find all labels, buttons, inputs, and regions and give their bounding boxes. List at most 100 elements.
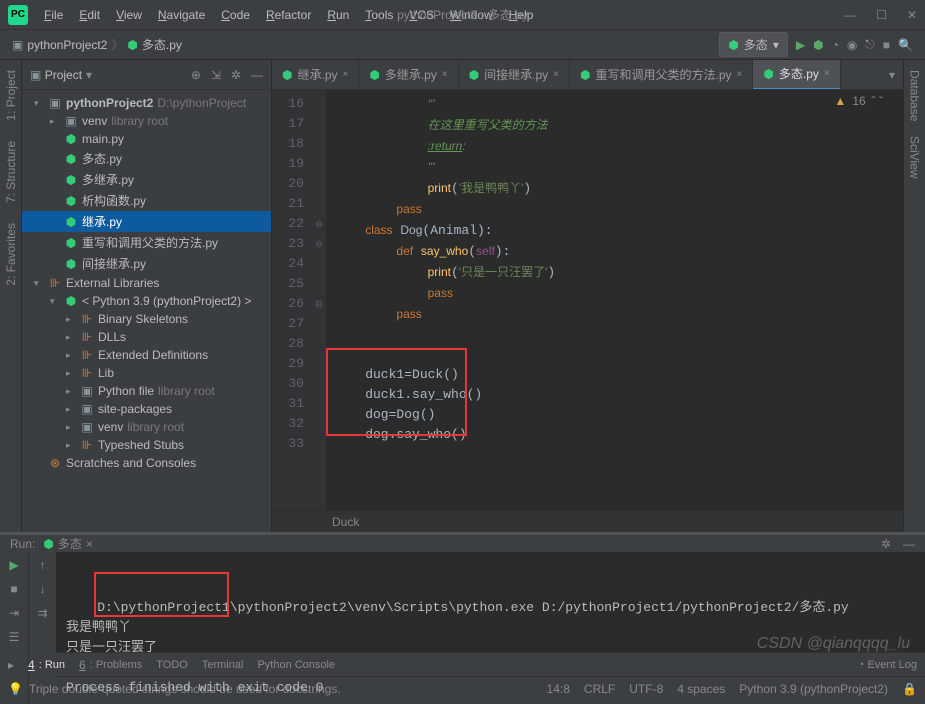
- down-icon[interactable]: ↓: [40, 582, 46, 596]
- tab-重写和调用父类的方法.py[interactable]: ⬢重写和调用父类的方法.py×: [570, 60, 753, 89]
- menu-view[interactable]: View: [110, 5, 148, 25]
- tree-site-packages[interactable]: ▸▣site-packages: [22, 400, 271, 418]
- watermark: CSDN @qianqqqq_lu: [757, 635, 910, 653]
- editor-body: 161718192021222324252627282930313233 ⊖⊖⊟…: [272, 90, 903, 510]
- console-output[interactable]: D:\pythonProject1\pythonProject2\venv\Sc…: [56, 552, 925, 704]
- locate-icon[interactable]: ⊕: [191, 68, 201, 82]
- inspection-widget[interactable]: ▲ 16 ˆ ˇ: [834, 94, 883, 108]
- coverage-button[interactable]: ◔: [832, 38, 839, 52]
- tree-file-main.py[interactable]: ⬢main.py: [22, 130, 271, 148]
- folder-icon: ▣: [12, 38, 23, 52]
- stop-button[interactable]: ■: [10, 582, 17, 596]
- debug-button[interactable]: ⬢: [813, 38, 823, 52]
- window-controls: — ☐ ✕: [844, 8, 917, 22]
- tree-external-libraries[interactable]: ▾⊪External Libraries: [22, 274, 271, 292]
- close-icon[interactable]: ×: [343, 69, 349, 80]
- fold-gutter[interactable]: ⊖⊖⊟: [312, 90, 326, 510]
- gear-icon[interactable]: ✲: [231, 68, 241, 82]
- maximize-button[interactable]: ☐: [876, 8, 887, 22]
- tab-间接继承.py[interactable]: ⬢间接继承.py×: [459, 60, 570, 89]
- context-class[interactable]: Duck: [332, 515, 359, 529]
- menu-refactor[interactable]: Refactor: [260, 5, 317, 25]
- navigation-bar: ▣ pythonProject2 〉 ⬢ 多态.py ⬢ 多态 ▾ ▶ ⬢ ◔ …: [0, 30, 925, 60]
- run-button[interactable]: ▶: [796, 38, 805, 52]
- expand-icon[interactable]: ▸: [8, 658, 14, 672]
- profile-button[interactable]: ◉: [847, 38, 857, 52]
- rerun-button[interactable]: ▶: [9, 558, 18, 572]
- wrap-icon[interactable]: ⇉: [37, 606, 47, 620]
- close-icon[interactable]: ×: [553, 69, 559, 80]
- run-config-name: 多态: [744, 36, 768, 53]
- breadcrumb-separator: 〉: [111, 36, 123, 53]
- tree-file-析构函数.py[interactable]: ⬢析构函数.py: [22, 190, 271, 211]
- hide-icon[interactable]: —: [251, 68, 263, 82]
- menu-file[interactable]: File: [38, 5, 69, 25]
- search-everywhere-button[interactable]: 🔍: [898, 38, 913, 52]
- python-icon: ⬢: [43, 537, 53, 551]
- tree-file-间接继承.py[interactable]: ⬢间接继承.py: [22, 253, 271, 274]
- chevron-down-icon[interactable]: ▾: [86, 68, 92, 82]
- close-icon[interactable]: ×: [86, 537, 93, 551]
- close-icon[interactable]: ×: [824, 68, 830, 79]
- menu-tools[interactable]: Tools: [359, 5, 399, 25]
- nav-toolbar: ⬢ 多态 ▾ ▶ ⬢ ◔ ◉ ⎋ ■ 🔍: [719, 32, 913, 57]
- tree-scratches[interactable]: ⊛Scratches and Consoles: [22, 454, 271, 472]
- chevron-down-icon: ▾: [773, 38, 779, 52]
- expand-icon[interactable]: ⇲: [211, 68, 221, 82]
- tabs-overflow[interactable]: ▾: [881, 68, 903, 82]
- project-sidebar: ▣ Project ▾ ⊕ ⇲ ✲ — ▾▣pythonProject2 D:\…: [22, 60, 272, 532]
- up-icon[interactable]: ↑: [40, 558, 46, 572]
- tab-多态.py[interactable]: ⬢多态.py×: [753, 60, 840, 90]
- tool-2-favorites[interactable]: 2: Favorites: [4, 223, 18, 286]
- tool-sciview[interactable]: SciView: [908, 136, 922, 178]
- menu-edit[interactable]: Edit: [73, 5, 106, 25]
- tree-typeshed-stubs[interactable]: ▸⊪Typeshed Stubs: [22, 436, 271, 454]
- run-header: Run: ⬢ 多态 × ✲ —: [0, 535, 925, 552]
- tree-venv2[interactable]: ▸▣venv library root: [22, 418, 271, 436]
- breadcrumb-project[interactable]: pythonProject2: [27, 38, 107, 52]
- layout-icon[interactable]: ☰: [9, 630, 20, 644]
- tree-file-多态.py[interactable]: ⬢多态.py: [22, 148, 271, 169]
- tab-继承.py[interactable]: ⬢继承.py×: [272, 60, 359, 89]
- gear-icon[interactable]: ✲: [881, 537, 891, 551]
- run-body: ▶ ■ ⇥ ☰ ↑ ↓ ⇉ D:\pythonProject1\pythonPr…: [0, 552, 925, 704]
- bulb-icon[interactable]: 💡: [8, 682, 23, 696]
- tree-file-重写和调用父类的方法.py[interactable]: ⬢重写和调用父类的方法.py: [22, 232, 271, 253]
- tree-venv[interactable]: ▸▣venv library root: [22, 112, 271, 130]
- tool-1-project[interactable]: 1: Project: [4, 70, 18, 121]
- menu-run[interactable]: Run: [321, 5, 355, 25]
- right-tool-gutter: Database SciView: [903, 60, 925, 532]
- tree-root[interactable]: ▾▣pythonProject2 D:\pythonProject: [22, 94, 271, 112]
- tool-7-structure[interactable]: 7: Structure: [4, 141, 18, 203]
- tree-python-file[interactable]: ▸▣Python file library root: [22, 382, 271, 400]
- menu-code[interactable]: Code: [215, 5, 256, 25]
- close-button[interactable]: ✕: [907, 8, 917, 22]
- code-editor[interactable]: ''' 在这里重写父类的方法 :return: ''' print('我是鸭鸭丫…: [326, 90, 903, 510]
- attach-button[interactable]: ⎋: [865, 37, 875, 52]
- stop-button[interactable]: ■: [883, 38, 890, 52]
- exit-icon[interactable]: ⇥: [9, 606, 19, 620]
- menu-navigate[interactable]: Navigate: [152, 5, 211, 25]
- minimize-button[interactable]: —: [844, 8, 856, 22]
- close-icon[interactable]: ×: [442, 69, 448, 80]
- tree-python-sdk[interactable]: ▾⬢< Python 3.9 (pythonProject2) >: [22, 292, 271, 310]
- hide-icon[interactable]: —: [903, 537, 915, 551]
- close-icon[interactable]: ×: [737, 69, 743, 80]
- breadcrumb-file[interactable]: 多态.py: [142, 36, 182, 53]
- tree-extended-definitions[interactable]: ▸⊪Extended Definitions: [22, 346, 271, 364]
- chevron-icon: ˆ ˇ: [872, 94, 883, 108]
- run-tab[interactable]: ⬢ 多态 ×: [43, 535, 93, 552]
- run-config-selector[interactable]: ⬢ 多态 ▾: [719, 32, 788, 57]
- window-title: pythonProject2 - 多态.py: [397, 6, 528, 23]
- tool-database[interactable]: Database: [908, 70, 922, 121]
- breadcrumb: ▣ pythonProject2 〉 ⬢ 多态.py: [12, 36, 182, 53]
- tree-binary-skeletons[interactable]: ▸⊪Binary Skeletons: [22, 310, 271, 328]
- tree-file-多继承.py[interactable]: ⬢多继承.py: [22, 169, 271, 190]
- tree-lib[interactable]: ▸⊪Lib: [22, 364, 271, 382]
- project-tree[interactable]: ▾▣pythonProject2 D:\pythonProject▸▣venv …: [22, 90, 271, 532]
- tree-dlls[interactable]: ▸⊪DLLs: [22, 328, 271, 346]
- tab-多继承.py[interactable]: ⬢多继承.py×: [359, 60, 458, 89]
- tree-file-继承.py[interactable]: ⬢继承.py: [22, 211, 271, 232]
- python-icon: ⬢: [728, 38, 738, 52]
- editor-area: ⬢继承.py×⬢多继承.py×⬢间接继承.py×⬢重写和调用父类的方法.py×⬢…: [272, 60, 903, 532]
